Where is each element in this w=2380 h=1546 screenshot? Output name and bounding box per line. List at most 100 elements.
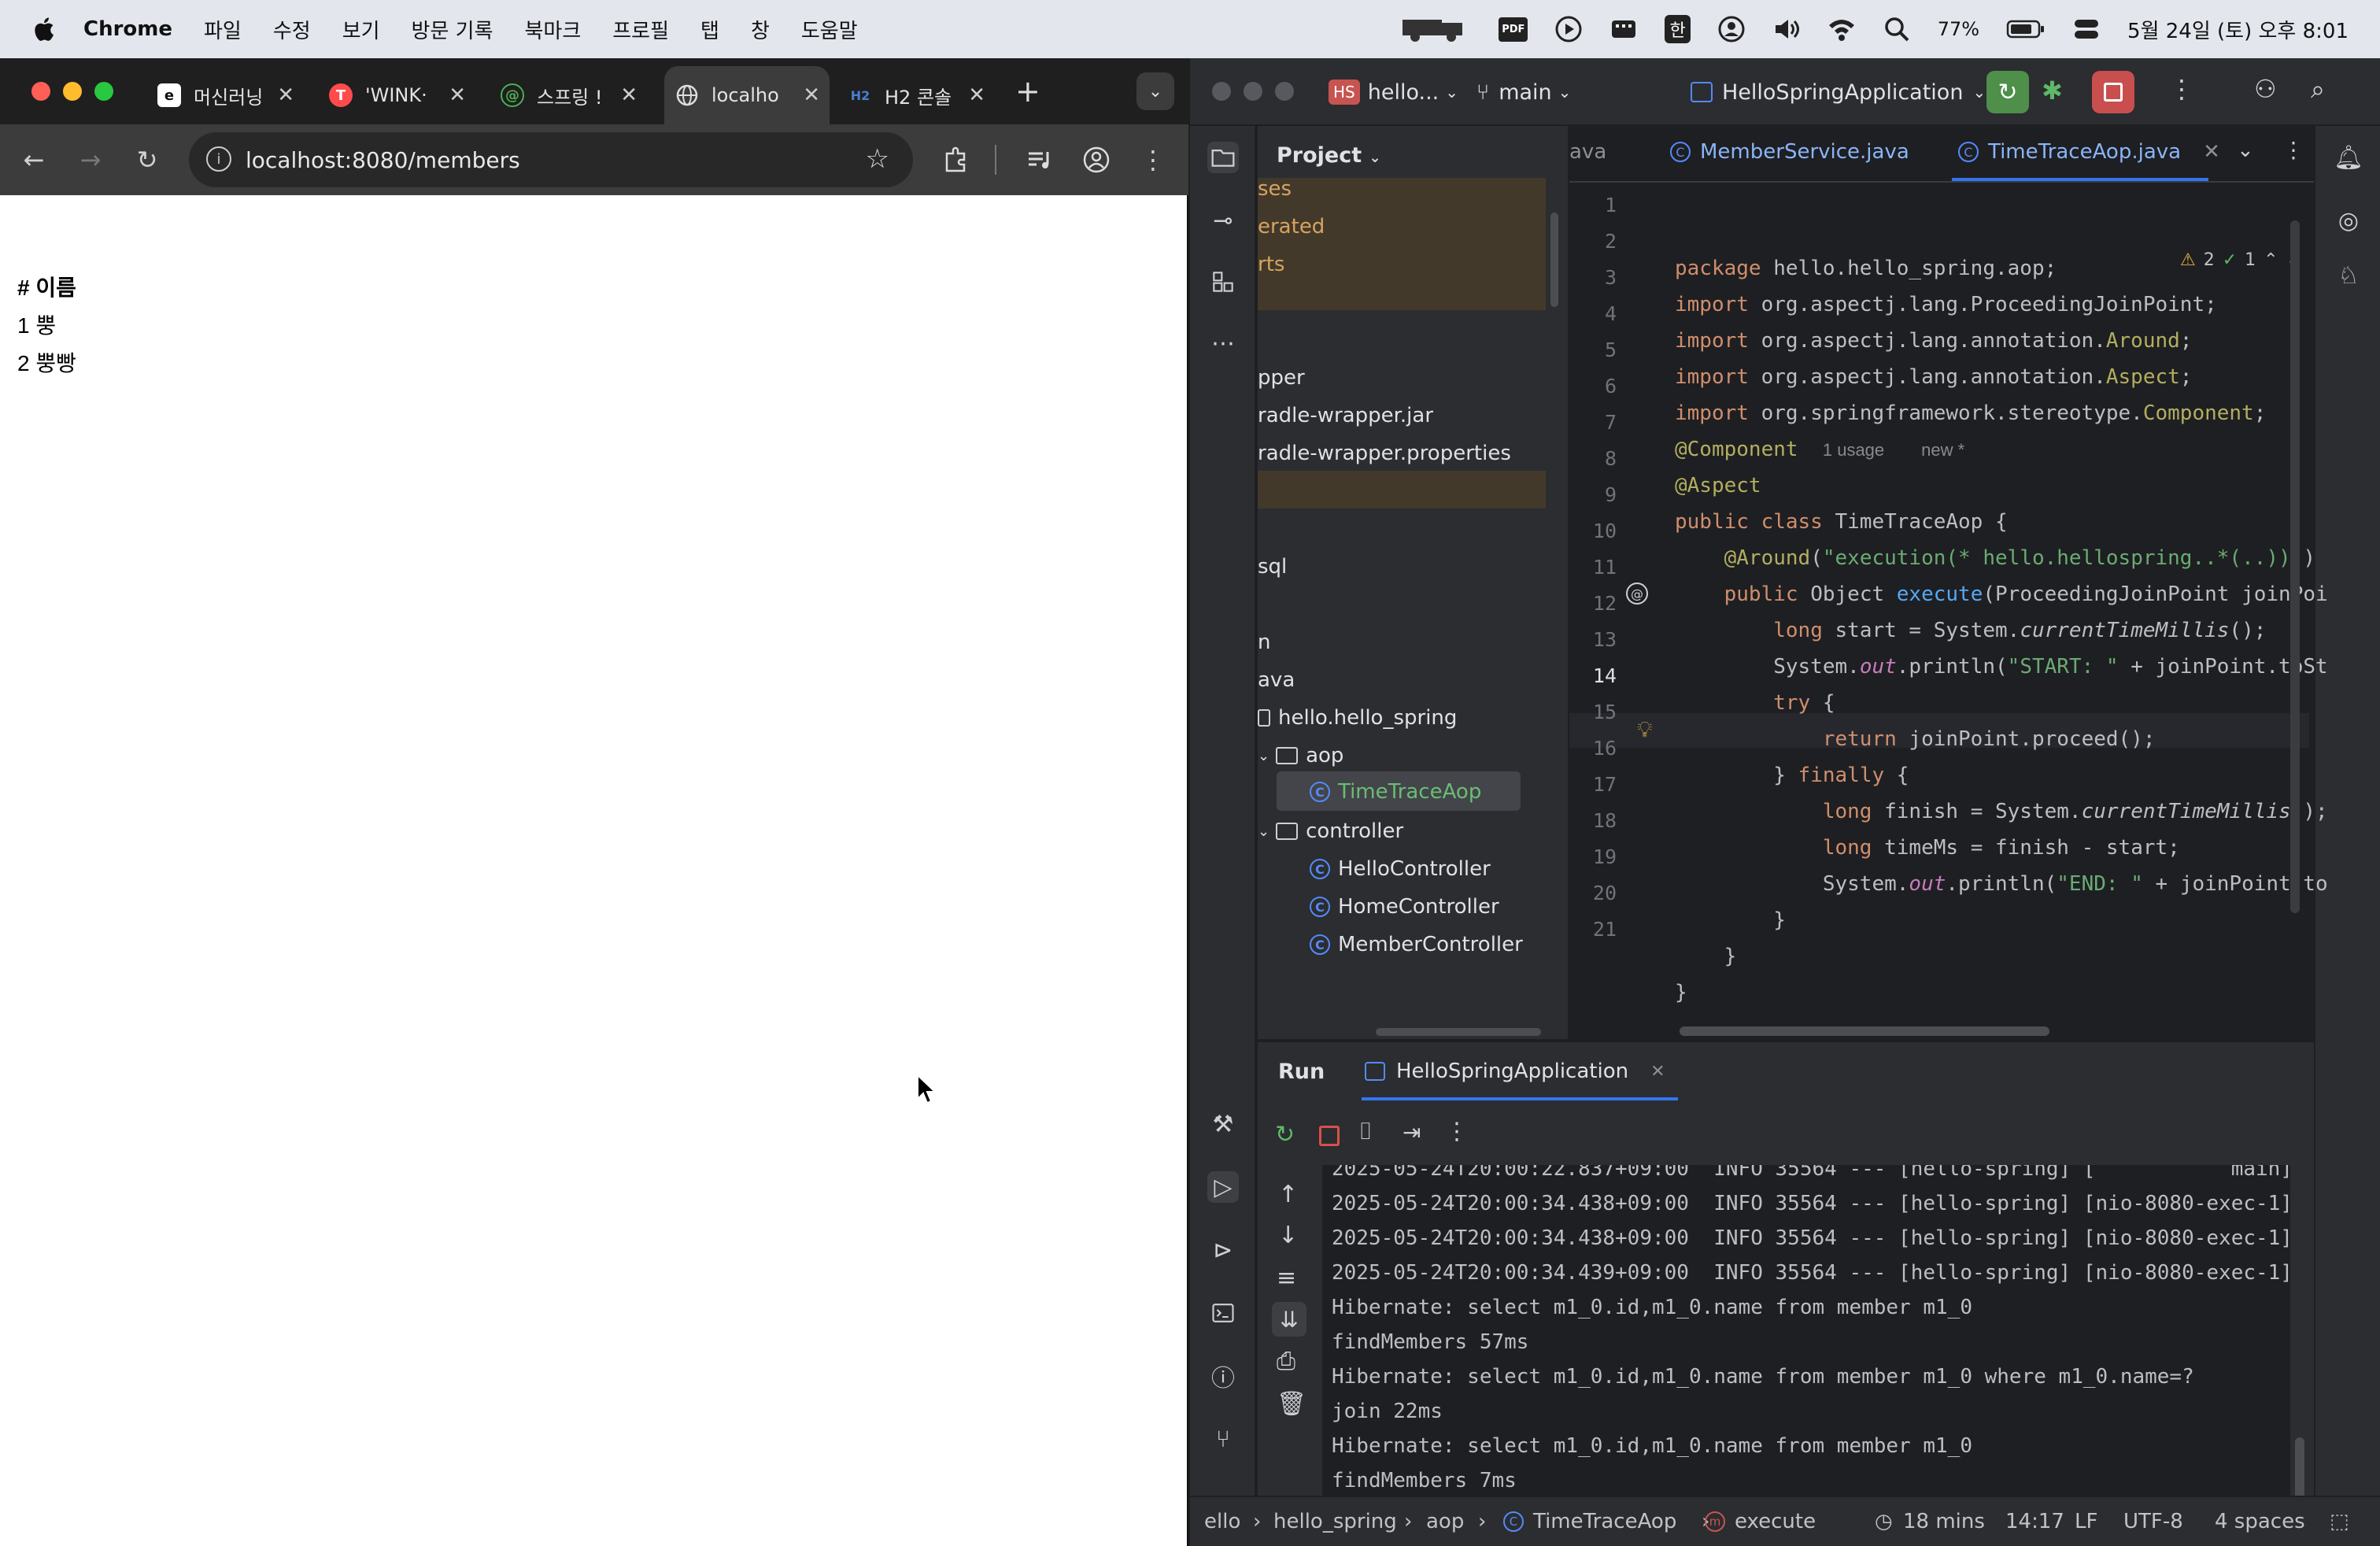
close-tab-icon[interactable]: ✕ (2203, 140, 2220, 164)
zoom-window-button[interactable] (94, 82, 113, 101)
line-number[interactable]: 18 (1569, 809, 1617, 832)
bookmark-star-icon[interactable]: ☆ (866, 143, 889, 175)
lightbulb-icon[interactable]: 💡︎ (1637, 716, 1653, 743)
vertical-scrollbar[interactable] (1550, 213, 1558, 307)
media-control-icon[interactable] (1022, 142, 1058, 178)
usage-hint[interactable]: 1 usage (1823, 440, 1884, 460)
rerun-icon[interactable]: ↻ (1986, 71, 2029, 113)
code-line[interactable]: import org.aspectj.lang.annotation.Aroun… (1675, 329, 2192, 353)
browser-tab[interactable]: H2 H2 콘솔 ✕ (837, 66, 995, 124)
line-number[interactable]: 19 (1569, 845, 1617, 868)
code-line[interactable]: long finish = System.currentTimeMillis()… (1675, 800, 2328, 823)
chrome-menu-icon[interactable]: ⋮ (1135, 142, 1171, 178)
tree-item[interactable]: C HomeController (1310, 888, 1499, 926)
line-number[interactable]: 8 (1569, 447, 1617, 470)
tab-search-icon[interactable]: ⌄ (1136, 72, 1174, 110)
code-line[interactable]: return joinPoint.proceed(); (1675, 727, 2156, 751)
line-number[interactable]: 16 (1569, 737, 1617, 760)
tree-item[interactable]: C MemberController (1310, 926, 1523, 963)
line-number[interactable]: 4 (1569, 302, 1617, 325)
stop-small-icon[interactable] (1319, 1126, 1340, 1146)
breadcrumb-item[interactable]: hello_spring (1273, 1510, 1397, 1533)
line-number[interactable]: 11 (1569, 556, 1617, 579)
ide-close-button[interactable] (1212, 82, 1231, 101)
menu-edit[interactable]: 수정 (273, 15, 311, 44)
menu-view[interactable]: 보기 (342, 15, 380, 44)
tree-item[interactable]: rts (1258, 246, 1284, 283)
build-elapsed[interactable]: 18 mins (1903, 1510, 1985, 1533)
menu-tab[interactable]: 탭 (700, 15, 719, 44)
reload-icon[interactable]: ↻ (129, 142, 165, 178)
editor-tab[interactable]: ava (1569, 140, 1606, 164)
code-line[interactable]: long timeMs = finish - start; (1675, 836, 2180, 860)
search-icon[interactable] (1883, 15, 1911, 43)
arrow-up-icon[interactable]: ⌃ (2264, 250, 2278, 270)
code-line[interactable]: } (1675, 908, 1786, 932)
browser-tab[interactable]: T 'WINK· ✕ (318, 66, 475, 124)
line-number[interactable]: 13 (1569, 628, 1617, 651)
more-actions-icon[interactable]: ⋮ (2169, 74, 2194, 104)
tree-item-selected[interactable]: C TimeTraceAop (1310, 773, 1481, 811)
menubar-clock[interactable]: 5월 24일 (토) 오후 8:01 (2127, 15, 2349, 44)
extensions-icon[interactable] (938, 142, 974, 178)
project-folder-icon[interactable] (1207, 142, 1239, 173)
exit-icon[interactable]: ⇥ (1402, 1119, 1421, 1145)
add-user-icon[interactable]: ⚇ (2254, 74, 2277, 104)
code-line[interactable]: @Around("execution(* hello.hellospring..… (1675, 546, 2315, 570)
code-line[interactable]: @Component 1 usage new * (1675, 438, 1964, 461)
line-number[interactable]: 15 (1569, 701, 1617, 723)
close-tab-icon[interactable]: ✕ (449, 83, 466, 107)
code-line[interactable]: import org.springframework.stereotype.Co… (1675, 401, 2266, 425)
code-line[interactable]: @Aspect (1675, 474, 1761, 497)
back-icon[interactable]: ← (16, 142, 52, 178)
editor-tab-active[interactable]: C TimeTraceAop.java ✕ (1958, 140, 2220, 164)
gradle-icon[interactable]: ♘ (2333, 260, 2364, 291)
tree-item[interactable]: erated (1258, 208, 1325, 246)
branch-selector[interactable]: ⑂ main ⌄ (1476, 74, 1571, 110)
tree-item-aop[interactable]: ⌄ aop (1258, 737, 1343, 775)
volume-icon[interactable] (1772, 15, 1801, 43)
close-tab-icon[interactable]: ✕ (1650, 1062, 1665, 1082)
menu-app-name[interactable]: Chrome (83, 17, 172, 41)
input-language-icon[interactable]: 한 (1665, 15, 1691, 43)
run-panel-title[interactable]: Run (1278, 1060, 1325, 1084)
ide-minimize-button[interactable] (1244, 82, 1262, 101)
project-panel-title[interactable]: Project ⌄ (1277, 143, 1381, 168)
pdf-icon[interactable]: PDF (1499, 17, 1528, 42)
line-number[interactable]: 5 (1569, 338, 1617, 361)
run-tool-icon[interactable]: ▷ (1207, 1171, 1239, 1203)
line-number[interactable]: 10 (1569, 520, 1617, 542)
new-tab-icon[interactable]: + (1015, 74, 1040, 109)
editor-tab[interactable]: C MemberService.java (1670, 140, 1909, 164)
menu-window[interactable]: 창 (751, 15, 770, 44)
terminal-icon[interactable] (1207, 1297, 1239, 1329)
close-window-button[interactable] (31, 82, 50, 101)
tree-item[interactable]: radle-wrapper.jar (1258, 397, 1433, 435)
aspect-gutter-icon[interactable]: @ (1626, 583, 1648, 605)
line-number[interactable]: 2 (1569, 230, 1617, 253)
trash-icon[interactable]: 🗑︎ (1277, 1390, 1306, 1418)
menu-history[interactable]: 방문 기록 (412, 15, 493, 44)
menu-profile[interactable]: 프로필 (612, 15, 669, 44)
tab-list-chevron-icon[interactable]: ⌄ (2237, 139, 2254, 162)
author-hint[interactable]: new * (1921, 440, 1964, 460)
build-hammer-icon[interactable]: ⚒ (1207, 1108, 1239, 1140)
structure-icon[interactable] (1207, 266, 1239, 298)
tree-item[interactable]: sql (1258, 548, 1287, 586)
run-config-tab[interactable]: HelloSpringApplication ✕ (1365, 1060, 1665, 1083)
git-icon[interactable]: ⑂ (1207, 1423, 1239, 1455)
caret-position[interactable]: 14:17 (2005, 1510, 2064, 1533)
code-line[interactable]: public class TimeTraceAop { (1675, 510, 2008, 534)
tree-item-package[interactable]: hello.hello_spring (1258, 699, 1457, 737)
menu-bookmarks[interactable]: 북마크 (525, 15, 582, 44)
debug-icon[interactable]: ✱ (2042, 76, 2063, 105)
inspection-widget[interactable]: ⚠2 ✓1 ⌃⌄ (2180, 250, 2301, 270)
soft-wrap-icon[interactable]: ≡ (1277, 1264, 1296, 1292)
breadcrumb-item[interactable]: aop (1426, 1510, 1464, 1533)
ide-zoom-button[interactable] (1275, 82, 1294, 101)
file-encoding[interactable]: UTF-8 (2123, 1510, 2183, 1533)
battery-icon[interactable] (2006, 15, 2046, 43)
apple-menu-icon[interactable] (31, 16, 55, 43)
print-icon[interactable]: ⎙ (1277, 1348, 1295, 1375)
search-everywhere-icon[interactable]: ⌕ (2311, 74, 2325, 105)
